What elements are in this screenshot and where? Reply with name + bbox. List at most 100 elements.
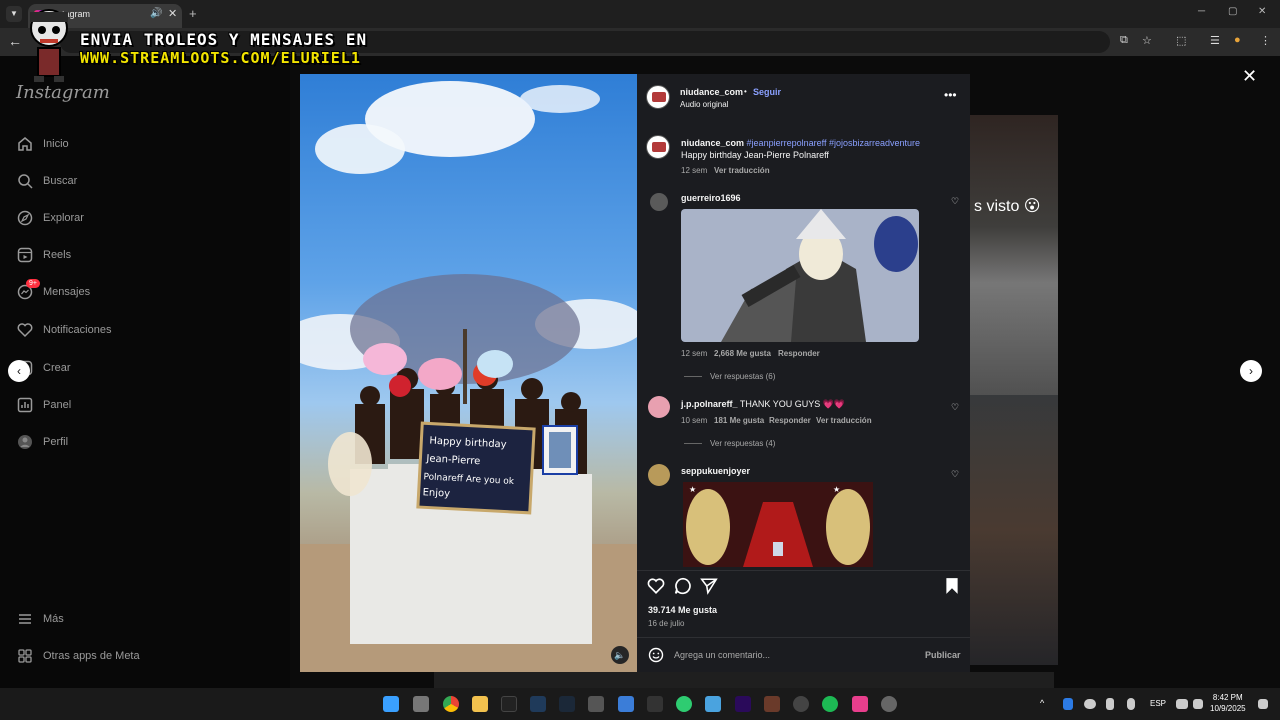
close-modal-icon[interactable]: ✕ — [1242, 66, 1257, 87]
taskbar-clock[interactable]: 8:42 PM 10/9/2025 — [1210, 692, 1246, 714]
photos-icon[interactable] — [618, 696, 634, 712]
comment-gif-image[interactable] — [681, 209, 919, 342]
comment-likes[interactable]: 2,668 Me gusta — [714, 349, 771, 358]
app-icon[interactable] — [413, 696, 429, 712]
microphone-icon[interactable] — [1127, 698, 1135, 710]
comment-age: 12 sem — [681, 349, 708, 358]
sidebar-item-inicio[interactable]: Inicio — [16, 133, 69, 155]
steam-icon[interactable] — [559, 696, 575, 712]
sidebar-item-reels[interactable]: Reels — [16, 244, 71, 266]
comment-avatar[interactable] — [648, 396, 670, 418]
calculator-icon[interactable] — [588, 696, 604, 712]
sidebar-item-mas[interactable]: Más — [16, 608, 64, 630]
comment-likes[interactable]: 181 Me gusta — [714, 416, 764, 425]
comment-username[interactable]: j.p.polnareff_ — [681, 399, 738, 409]
view-replies-link[interactable]: Ver respuestas (4) — [684, 439, 775, 448]
comment-username[interactable]: seppukuenjoyer — [681, 466, 750, 476]
media-player-icon[interactable] — [793, 696, 809, 712]
extensions-icon[interactable]: ⬚ — [1176, 34, 1186, 47]
spotify-icon[interactable] — [822, 696, 838, 712]
audio-label[interactable]: Audio original — [680, 100, 728, 109]
app-icon[interactable] — [676, 696, 692, 712]
anime-character-illustration — [681, 209, 919, 342]
save-bookmark-icon[interactable] — [944, 577, 960, 600]
close-window-icon[interactable]: ✕ — [1258, 6, 1266, 17]
bookmark-star-icon[interactable]: ☆ — [1142, 34, 1152, 47]
file-explorer-icon[interactable] — [472, 696, 488, 712]
post-likes-count[interactable]: 39.714 Me gusta — [648, 605, 717, 615]
bluetooth-icon[interactable] — [1063, 698, 1073, 710]
audio-mute-icon[interactable]: 🔈 — [611, 646, 629, 664]
sidebar-item-panel[interactable]: Panel — [16, 394, 71, 416]
minimize-icon[interactable]: ─ — [1198, 6, 1205, 17]
author-avatar[interactable] — [646, 85, 670, 109]
app-icon[interactable] — [530, 696, 546, 712]
app-icon[interactable] — [852, 696, 868, 712]
profile-avatar-icon[interactable]: ● — [1234, 34, 1241, 46]
comment-divider — [637, 637, 970, 638]
share-send-icon[interactable] — [700, 577, 718, 600]
network-icon[interactable] — [1176, 699, 1188, 709]
comment-reply-link[interactable]: Responder — [778, 349, 820, 358]
input-language[interactable]: ESP — [1150, 699, 1166, 708]
publish-button[interactable]: Publicar — [925, 650, 961, 660]
author-username[interactable]: niudance_com — [680, 87, 743, 97]
cloud-icon[interactable] — [1084, 699, 1096, 709]
windows-start-icon[interactable] — [383, 696, 399, 712]
caption-username[interactable]: niudance_com — [681, 138, 744, 148]
premiere-icon[interactable] — [735, 696, 751, 712]
comment-translate-link[interactable]: Ver traducción — [816, 416, 872, 425]
cast-icon[interactable]: ⧉ — [1120, 34, 1128, 47]
tab-list-button[interactable]: ▼ — [6, 6, 22, 22]
back-arrow-icon[interactable]: ← — [8, 33, 22, 49]
capcut-icon[interactable] — [647, 696, 663, 712]
post-media-image[interactable]: Happy birthday Jean-Pierre Polnareff Are… — [300, 74, 637, 672]
speaker-icon[interactable]: 🔊 — [150, 8, 162, 19]
chrome-icon[interactable] — [443, 696, 459, 712]
emoji-icon[interactable] — [648, 647, 664, 668]
follow-button[interactable]: Seguir — [753, 87, 781, 97]
comment-input[interactable]: Agrega un comentario... — [674, 650, 770, 660]
comment-avatar[interactable] — [648, 464, 670, 486]
app-icon[interactable] — [881, 696, 897, 712]
sidebar-item-perfil[interactable]: Perfil — [16, 431, 68, 453]
comment-bubble-icon[interactable] — [674, 577, 692, 600]
tray-chevron-icon[interactable]: ^ — [1040, 698, 1050, 708]
menu-dots-icon[interactable]: ⋮ — [1260, 34, 1271, 47]
caption-hashtags[interactable]: #jeanpierrepolnareff #jojosbizarreadvent… — [747, 138, 920, 148]
reading-list-icon[interactable]: ☰ — [1210, 34, 1220, 47]
like-post-heart-icon[interactable] — [647, 577, 665, 600]
maximize-icon[interactable]: ▢ — [1228, 6, 1237, 17]
sidebar-item-explorar[interactable]: Explorar — [16, 207, 84, 229]
sidebar-item-notificaciones[interactable]: Notificaciones — [16, 319, 111, 341]
usb-icon[interactable] — [1106, 698, 1114, 710]
sidebar-item-meta-apps[interactable]: Otras apps de Meta — [16, 645, 140, 667]
sidebar-item-mensajes[interactable]: 9+ Mensajes — [16, 279, 90, 303]
comment-gif-image[interactable]: ★ ★ — [683, 482, 873, 567]
volume-icon[interactable] — [1193, 699, 1203, 709]
background-feed-tile — [968, 395, 1058, 665]
overlay-line-1: ENVIA TROLEOS Y MENSAJES EN — [80, 30, 368, 49]
post-details-panel: niudance_com • Seguir Audio original •••… — [637, 74, 970, 672]
dot-separator: • — [744, 87, 747, 96]
view-replies-link[interactable]: Ver respuestas (6) — [684, 372, 775, 381]
comment-username[interactable]: guerreiro1696 — [681, 193, 741, 203]
obs-icon[interactable] — [501, 696, 517, 712]
caption-author-avatar[interactable] — [646, 135, 670, 159]
next-post-arrow-icon[interactable]: › — [1240, 360, 1262, 382]
previous-post-arrow-icon[interactable]: ‹ — [8, 360, 30, 382]
comment-reply-link[interactable]: Responder — [769, 416, 811, 425]
more-options-icon[interactable]: ••• — [944, 88, 957, 102]
like-comment-heart-icon[interactable]: ♡ — [951, 196, 959, 207]
comment-avatar[interactable] — [650, 193, 668, 211]
caption-age: 12 sem — [681, 166, 708, 175]
new-tab-button[interactable]: + — [189, 6, 197, 21]
close-tab-icon[interactable]: ✕ — [168, 7, 177, 20]
like-comment-heart-icon[interactable]: ♡ — [951, 402, 959, 413]
like-comment-heart-icon[interactable]: ♡ — [951, 469, 959, 480]
sidebar-item-buscar[interactable]: Buscar — [16, 170, 77, 192]
notification-bell-icon[interactable] — [1258, 699, 1268, 709]
app-icon[interactable] — [764, 696, 780, 712]
caption-translate-link[interactable]: Ver traducción — [714, 166, 770, 175]
notepad-icon[interactable] — [705, 696, 721, 712]
